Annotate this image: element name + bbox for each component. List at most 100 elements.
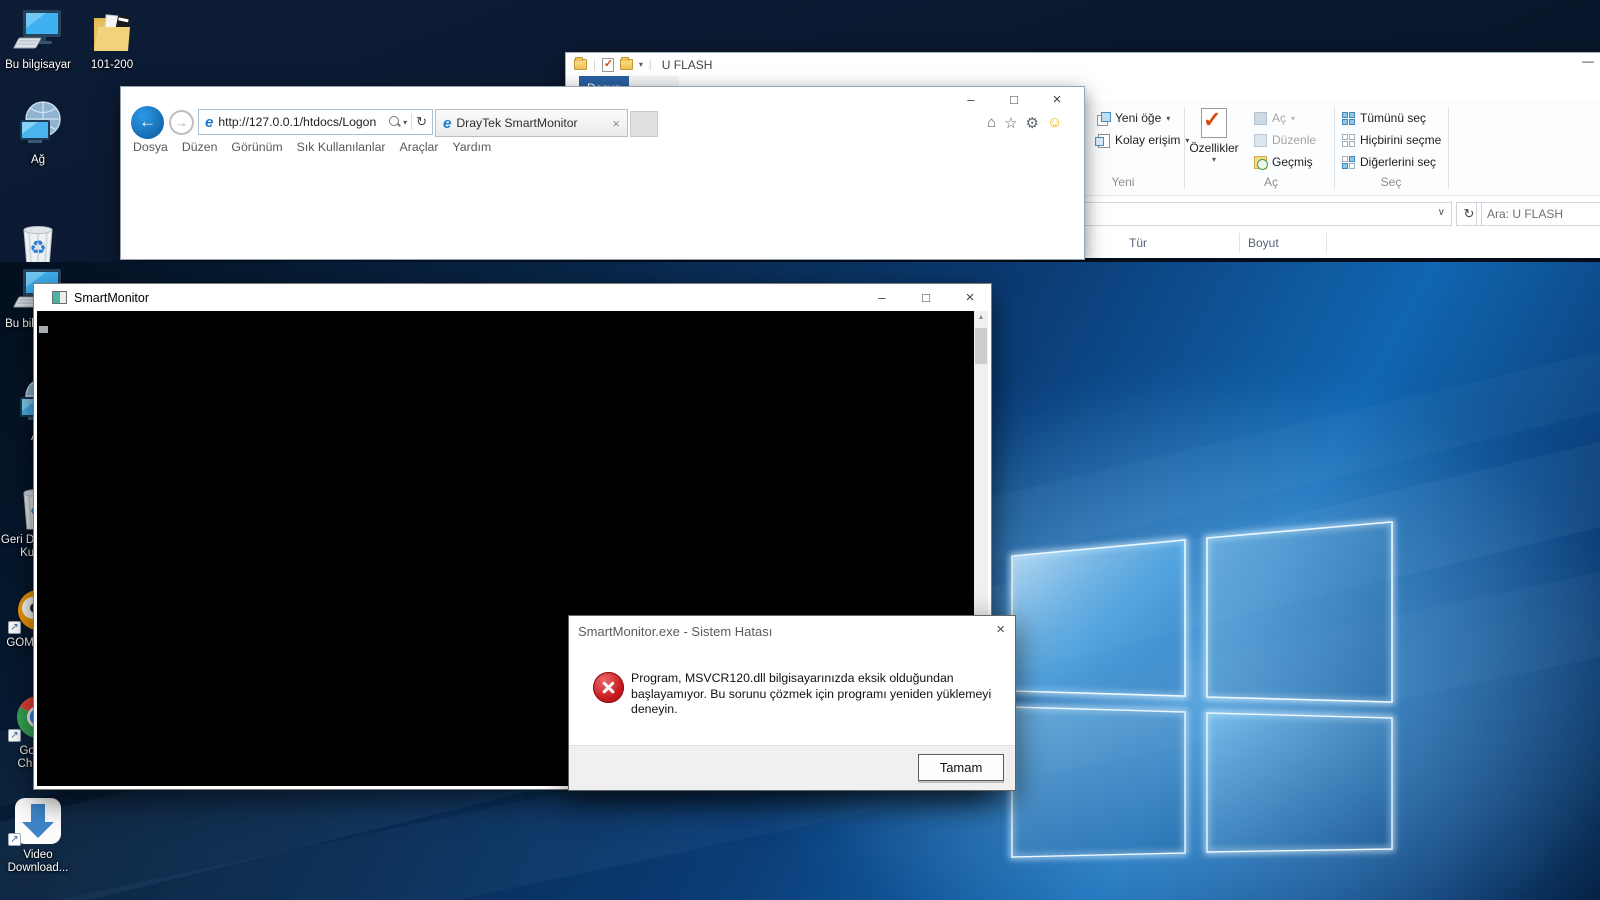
url-text[interactable]: http://127.0.0.1/htdocs/Logon [218, 115, 376, 129]
maximize-button[interactable]: □ [913, 288, 939, 308]
smartmonitor-title: SmartMonitor [74, 291, 149, 305]
ie-window: – □ × ← → e http://127.0.0.1/htdocs/Logo… [120, 86, 1085, 260]
new-tab-button[interactable] [630, 111, 658, 137]
chevron-down-icon: ▾ [1291, 114, 1295, 123]
screen-bottom: Bu bilgisayar Ağ [0, 262, 1600, 900]
error-dialog-title: SmartMonitor.exe - Sistem Hatası [578, 624, 772, 639]
column-header-size[interactable]: Boyut [1248, 236, 1279, 250]
explorer-titlebar[interactable]: | ▾ | U FLASH — [566, 53, 1600, 76]
divider [1334, 107, 1335, 189]
back-button[interactable]: ← [131, 106, 164, 139]
console-cursor [39, 326, 48, 333]
menu-gorunum[interactable]: Görünüm [231, 140, 282, 154]
scrollbar-thumb[interactable] [975, 328, 987, 364]
invert-selection-icon [1342, 156, 1355, 169]
select-none-button[interactable]: Hiçbirini seçme [1342, 133, 1441, 147]
maximize-button[interactable]: □ [1001, 90, 1027, 110]
icon-label: Video Download... [0, 849, 78, 875]
smartmonitor-window-controls: – □ × [869, 288, 983, 308]
desktop-icon-network[interactable]: Ağ [0, 101, 78, 167]
search-icon[interactable] [389, 116, 401, 128]
menu-yardim[interactable]: Yardım [452, 140, 491, 154]
menu-araclar[interactable]: Araçlar [400, 140, 439, 154]
chevron-down-icon[interactable]: ∨ [1438, 207, 1445, 218]
select-all-button[interactable]: Tümünü seç [1342, 111, 1426, 125]
divider [1326, 233, 1327, 253]
smartmonitor-app-icon [52, 291, 67, 304]
explorer-title: U FLASH [662, 58, 713, 72]
new-item-button[interactable]: Yeni öğe ▾ [1097, 111, 1170, 125]
forward-button[interactable]: → [169, 110, 194, 135]
refresh-icon[interactable]: ↻ [416, 114, 427, 130]
divider [411, 114, 412, 130]
desktop-icon-this-pc[interactable]: Bu bilgisayar [0, 6, 78, 72]
open-icon [1254, 112, 1267, 125]
new-item-icon [1097, 112, 1110, 125]
error-cross-icon [593, 672, 624, 703]
easy-access-button[interactable]: Kolay erişim ▾ [1097, 133, 1189, 147]
new-folder-qat-icon[interactable] [620, 59, 633, 70]
invert-selection-button[interactable]: Diğerlerini seç [1342, 155, 1436, 169]
edit-button: Düzenle [1254, 133, 1316, 147]
ie-logo-icon: e [443, 115, 451, 132]
ribbon-group-open: Aç [1223, 175, 1319, 189]
smiley-icon[interactable]: ☺ [1047, 114, 1062, 132]
desktop-icon-folder-101-200[interactable]: 101-200 [72, 6, 152, 72]
column-header-type[interactable]: Tür [1129, 236, 1147, 250]
error-dialog-titlebar[interactable]: SmartMonitor.exe - Sistem Hatası × [569, 616, 1015, 646]
history-button[interactable]: Geçmiş [1254, 155, 1313, 169]
smartmonitor-titlebar[interactable]: SmartMonitor – □ × [34, 284, 991, 311]
divider: | [649, 59, 652, 71]
divider [1239, 233, 1240, 253]
tab-title: DrayTek SmartMonitor [456, 116, 606, 130]
shortcut-arrow-icon: ↗ [8, 621, 21, 634]
ribbon-group-new: Yeni [1075, 175, 1171, 189]
shortcut-arrow-icon: ↗ [8, 729, 21, 742]
edit-icon [1254, 134, 1267, 147]
folder-icon [574, 59, 587, 70]
chevron-down-icon: ▾ [1188, 155, 1240, 164]
icon-label: Bu bilgisayar [0, 59, 78, 72]
minimize-button[interactable]: – [869, 288, 895, 308]
browser-tab[interactable]: e DrayTek SmartMonitor × [435, 109, 628, 137]
gear-icon[interactable]: ⚙ [1026, 114, 1039, 132]
scroll-up-icon[interactable]: ▲ [974, 314, 988, 321]
history-icon [1254, 156, 1267, 169]
ie-menubar: Dosya Düzen Görünüm Sık Kullanılanlar Ar… [133, 140, 491, 154]
chevron-down-icon[interactable]: ▾ [639, 60, 643, 69]
menu-dosya[interactable]: Dosya [133, 140, 168, 154]
close-icon[interactable]: × [996, 621, 1005, 638]
easy-access-icon [1097, 134, 1110, 147]
menu-duzen[interactable]: Düzen [182, 140, 218, 154]
desktop-icon-video-downloader[interactable]: ↗ Video Download... [0, 796, 78, 875]
desktop-icon-recycle-bin[interactable]: ♻ [0, 218, 78, 262]
menu-sik-kullanilanlar[interactable]: Sık Kullanılanlar [297, 140, 386, 154]
open-button: Aç ▾ [1254, 111, 1295, 125]
minimize-button[interactable]: – [958, 90, 984, 110]
error-message: Program, MSVCR120.dll bilgisayarınızda e… [631, 671, 1003, 718]
icon-label: 101-200 [72, 59, 152, 72]
search-input[interactable]: Ara: U FLASH [1476, 202, 1600, 226]
close-button[interactable]: × [957, 288, 983, 308]
svg-text:♻: ♻ [29, 238, 46, 259]
properties-icon [1201, 108, 1227, 138]
icon-label: Ağ [0, 154, 78, 167]
properties-button[interactable]: Özellikler ▾ [1188, 108, 1240, 164]
network-icon [0, 101, 78, 151]
tab-close-icon[interactable]: × [612, 116, 620, 131]
ie-toolbar-icons: ⌂ ☆ ⚙ ☺ [987, 114, 1062, 132]
home-icon[interactable]: ⌂ [987, 114, 996, 132]
error-dialog: SmartMonitor.exe - Sistem Hatası × Progr… [568, 615, 1016, 791]
ie-address-bar[interactable]: e http://127.0.0.1/htdocs/Logon ▾ ↻ [198, 109, 433, 135]
shortcut-arrow-icon: ↗ [8, 833, 21, 846]
properties-qat-icon[interactable] [602, 58, 614, 72]
minimize-button[interactable]: — [1582, 54, 1594, 68]
chevron-down-icon[interactable]: ▾ [403, 118, 407, 127]
close-button[interactable]: × [1044, 90, 1070, 110]
this-pc-icon [0, 6, 78, 56]
divider [1184, 107, 1185, 189]
select-all-icon [1342, 112, 1355, 125]
ok-button[interactable]: Tamam [918, 754, 1004, 781]
divider [1448, 107, 1449, 189]
star-icon[interactable]: ☆ [1004, 114, 1017, 132]
